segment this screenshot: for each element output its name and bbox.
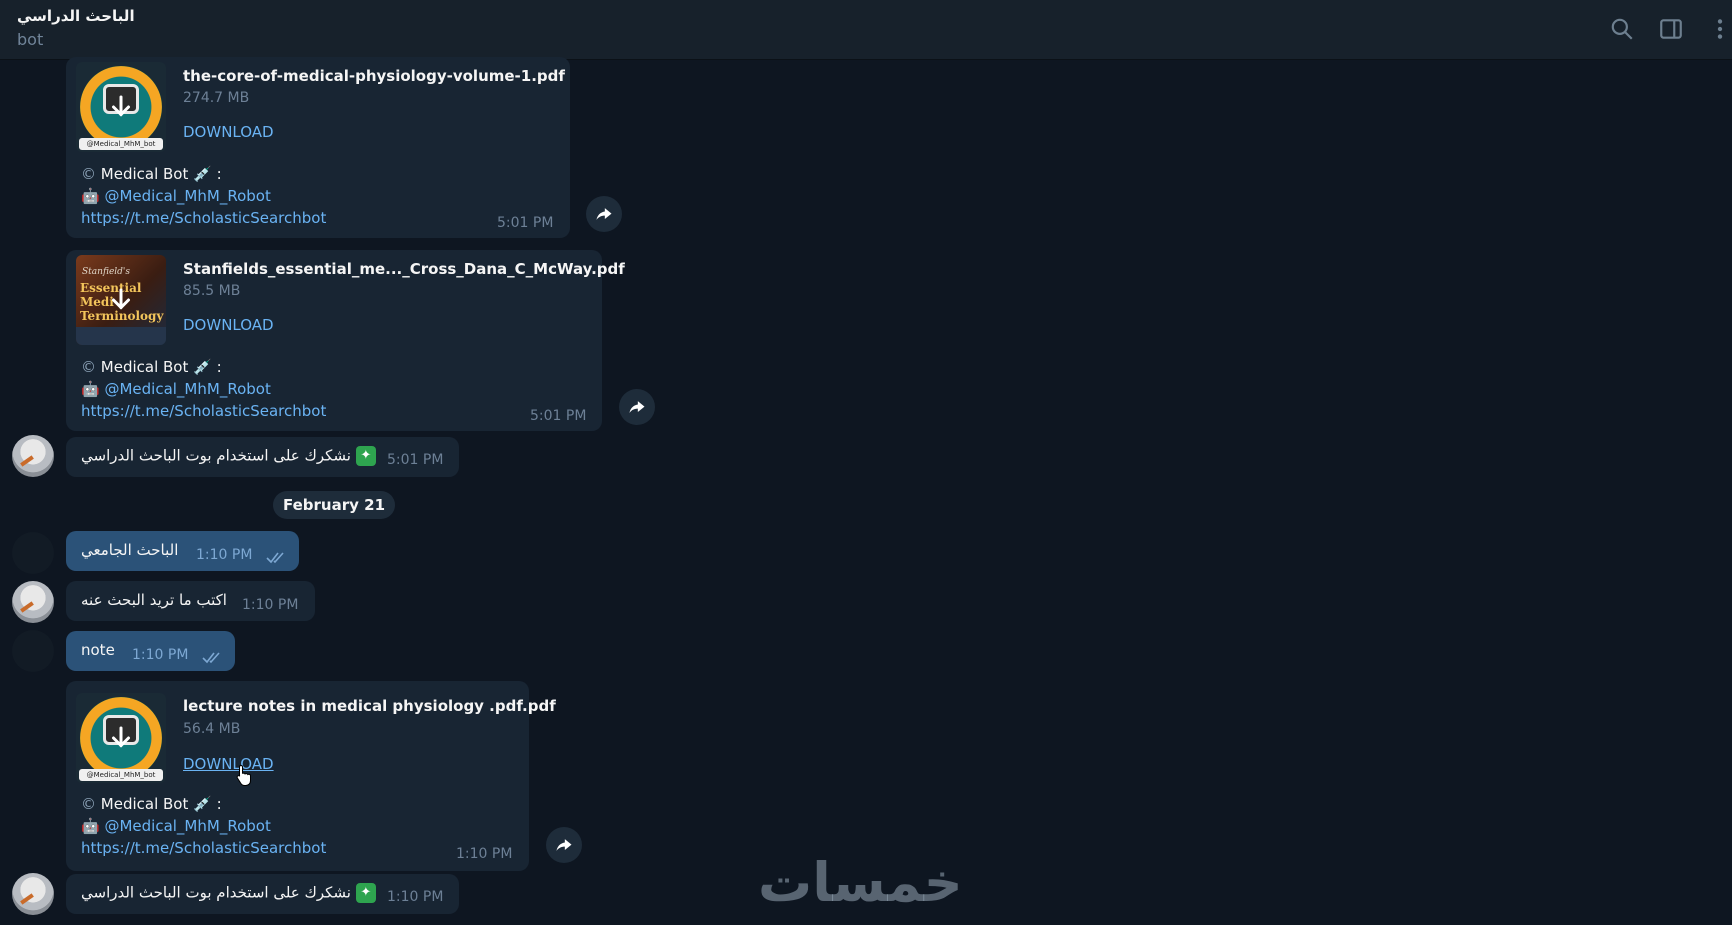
cursor-hand-icon	[236, 764, 252, 786]
mention-link[interactable]: @Medical_MhM_Robot	[104, 187, 270, 205]
file-message: @Medical_MhM_bot lecture notes in medica…	[66, 681, 556, 871]
caption-text: Medical Bot 💉 :	[100, 795, 222, 813]
watermark-logo: خمسات	[758, 851, 963, 914]
avatar-stick	[20, 601, 34, 613]
file-size: 274.7 MB	[183, 90, 250, 106]
avatar-stick	[20, 893, 34, 905]
message-time: 5:01 PM	[530, 408, 587, 424]
message-body: نشكرك على استخدام بوت الباحث الدراسي	[81, 446, 351, 465]
thumbnail-subtitle: Stanfield's	[82, 267, 131, 277]
sparkle-icon: ✦	[355, 446, 376, 466]
file-message: Stanfield's Essential Medi Terminology S…	[66, 250, 625, 431]
text-message: اكتب ما تريد البحث عنه 1:10 PM	[66, 581, 315, 621]
user-avatar	[12, 630, 54, 672]
bot-avatar[interactable]	[12, 435, 54, 477]
caption-line: 🤖 @Medical_MhM_Robot	[81, 187, 271, 205]
robot-emoji-icon: 🤖	[81, 817, 100, 835]
thumbnail-strip	[76, 327, 166, 345]
outgoing-message: note 1:10 PM	[66, 631, 235, 671]
download-link[interactable]: DOWNLOAD	[183, 755, 274, 773]
file-thumbnail[interactable]: @Medical_MhM_bot	[76, 62, 166, 152]
robot-emoji-icon: 🤖	[81, 380, 100, 398]
copyright-icon: ©	[81, 165, 96, 183]
download-arrow-icon[interactable]	[106, 723, 136, 753]
share-icon[interactable]	[619, 389, 655, 425]
file-message: @Medical_MhM_bot the-core-of-medical-phy…	[66, 57, 570, 238]
url-link[interactable]: https://t.me/ScholasticSearchbot	[81, 402, 326, 420]
outgoing-message: الباحث الجامعي 1:10 PM	[66, 531, 299, 571]
sidebar-toggle-icon[interactable]	[1658, 16, 1684, 42]
caption-line: 🤖 @Medical_MhM_Robot	[81, 380, 271, 398]
message-body: نشكرك على استخدام بوت الباحث الدراسي	[81, 883, 351, 902]
bot-avatar[interactable]	[12, 581, 54, 623]
caption-line: © Medical Bot 💉 :	[81, 165, 222, 183]
file-size: 56.4 MB	[183, 721, 241, 737]
message-time: 1:10 PM	[242, 597, 299, 613]
search-icon[interactable]	[1609, 16, 1635, 42]
copyright-icon: ©	[81, 795, 96, 813]
share-icon[interactable]	[546, 827, 582, 863]
download-arrow-icon[interactable]	[106, 285, 136, 315]
caption-line: 🤖 @Medical_MhM_Robot	[81, 817, 271, 835]
caption-line: © Medical Bot 💉 :	[81, 358, 222, 376]
caption-text: Medical Bot 💉 :	[100, 358, 222, 376]
url-link[interactable]: https://t.me/ScholasticSearchbot	[81, 839, 326, 857]
message-time: 1:10 PM	[132, 647, 189, 663]
file-name: the-core-of-medical-physiology-volume-1.…	[183, 67, 565, 85]
file-size: 85.5 MB	[183, 283, 241, 299]
avatar-stick	[20, 455, 34, 467]
download-link[interactable]: DOWNLOAD	[183, 123, 274, 141]
message-time: 1:10 PM	[387, 889, 444, 905]
mention-link[interactable]: @Medical_MhM_Robot	[104, 380, 270, 398]
thumbnail-tag: @Medical_MhM_bot	[79, 769, 163, 781]
file-name: Stanfields_essential_me..._Cross_Dana_C_…	[183, 260, 625, 278]
chat-title[interactable]: الباحث الدراسي	[17, 7, 135, 25]
mention-link[interactable]: @Medical_MhM_Robot	[104, 817, 270, 835]
message-time: 1:10 PM	[456, 846, 513, 862]
date-separator: February 21	[273, 491, 395, 519]
user-avatar	[12, 532, 54, 574]
copyright-icon: ©	[81, 358, 96, 376]
message-text: اكتب ما تريد البحث عنه	[81, 591, 227, 609]
caption-text: Medical Bot 💉 :	[100, 165, 222, 183]
message-text: note	[81, 641, 115, 659]
message-time: 5:01 PM	[387, 452, 444, 468]
double-check-icon	[202, 649, 224, 664]
chat-header: الباحث الدراسي bot	[0, 0, 1732, 60]
message-text: نشكرك على استخدام بوت الباحث الدراسي ✦	[81, 883, 376, 903]
download-arrow-icon[interactable]	[106, 92, 136, 122]
sparkle-icon: ✦	[355, 883, 376, 903]
double-check-icon	[266, 549, 288, 564]
file-thumbnail[interactable]: @Medical_MhM_bot	[76, 693, 166, 783]
message-time: 5:01 PM	[497, 215, 554, 231]
file-thumbnail[interactable]: Stanfield's Essential Medi Terminology	[76, 255, 166, 345]
more-vertical-icon[interactable]	[1707, 16, 1732, 42]
download-link[interactable]: DOWNLOAD	[183, 316, 274, 334]
url-link[interactable]: https://t.me/ScholasticSearchbot	[81, 209, 326, 227]
message-text: نشكرك على استخدام بوت الباحث الدراسي ✦	[81, 446, 376, 466]
text-message: نشكرك على استخدام بوت الباحث الدراسي ✦ 5…	[66, 437, 459, 477]
text-message: نشكرك على استخدام بوت الباحث الدراسي ✦ 1…	[66, 874, 459, 914]
robot-emoji-icon: 🤖	[81, 187, 100, 205]
thumbnail-tag: @Medical_MhM_bot	[79, 138, 163, 150]
chat-status: bot	[17, 30, 44, 49]
caption-line: © Medical Bot 💉 :	[81, 795, 222, 813]
file-name: lecture notes in medical physiology .pdf…	[183, 697, 556, 715]
message-text: الباحث الجامعي	[81, 541, 179, 559]
share-icon[interactable]	[586, 196, 622, 232]
bot-avatar[interactable]	[12, 873, 54, 915]
message-time: 1:10 PM	[196, 547, 253, 563]
